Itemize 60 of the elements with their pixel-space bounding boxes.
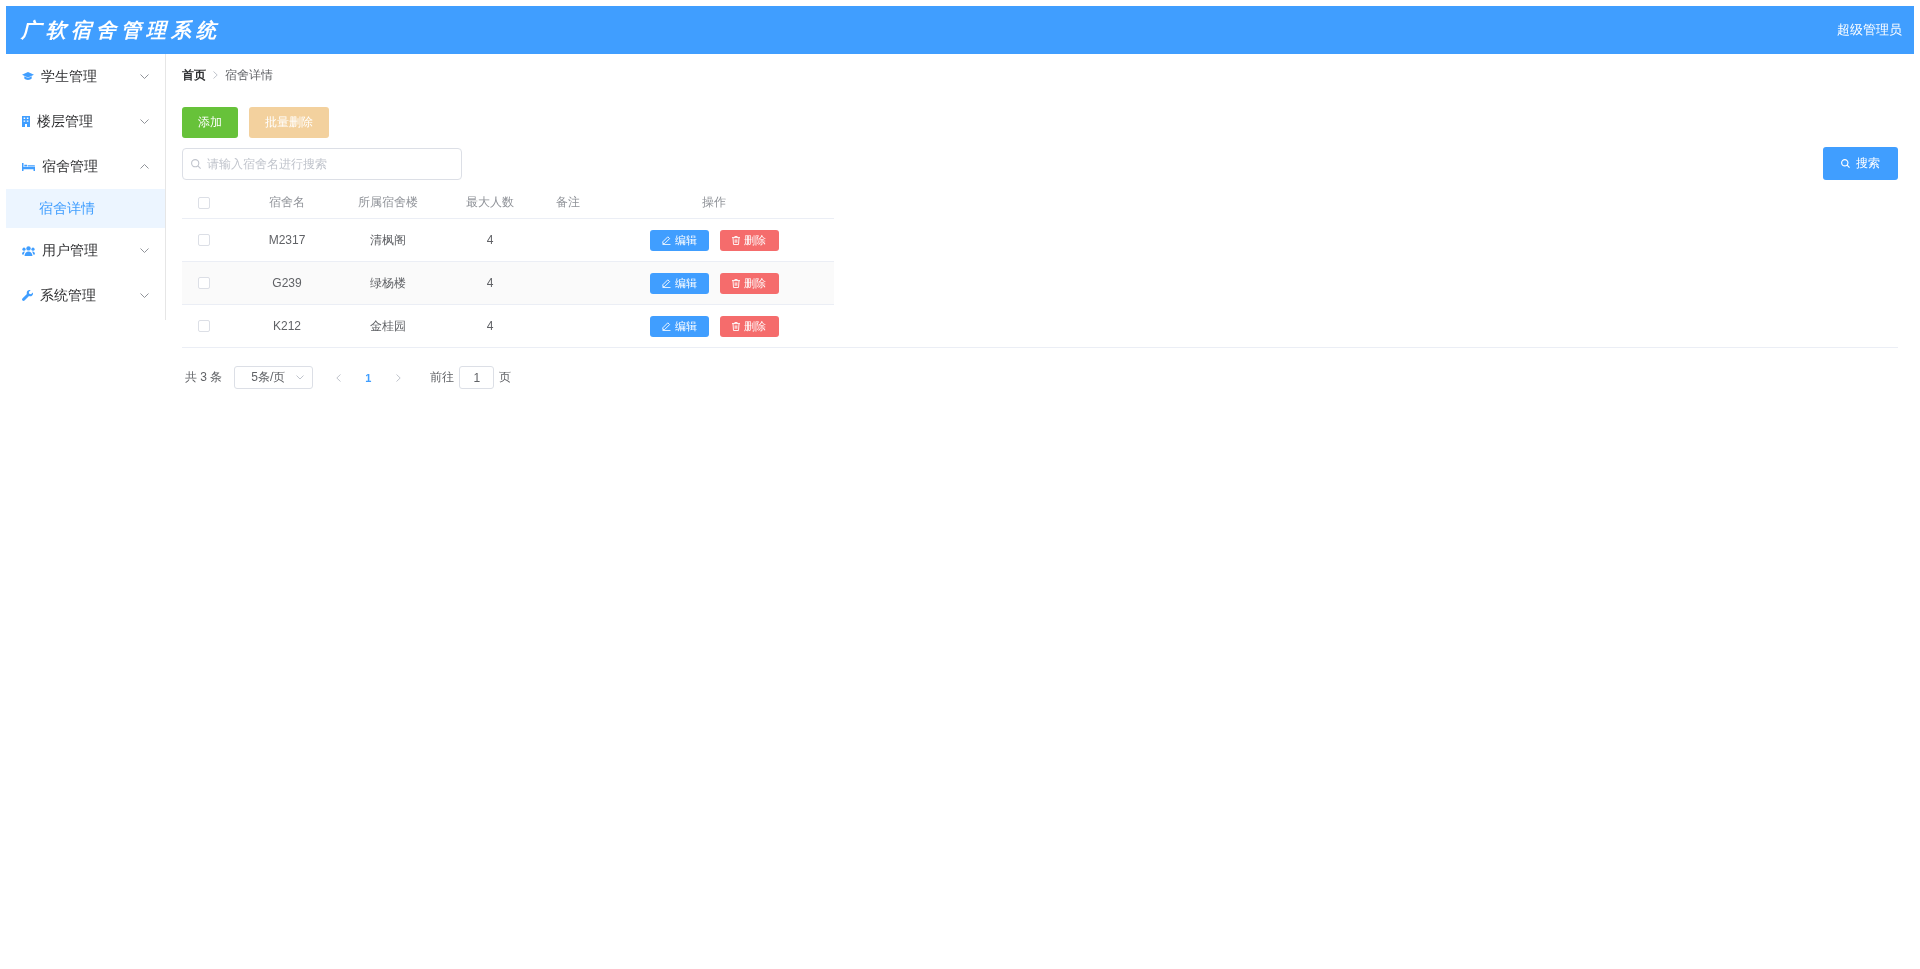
menu-item[interactable]: 宿舍管理 <box>6 144 165 189</box>
edit-button[interactable]: 编辑 <box>649 315 709 337</box>
delete-button[interactable]: 删除 <box>719 229 779 251</box>
jump-label: 前往 <box>430 369 455 386</box>
chevron-left-icon <box>335 373 341 382</box>
trash-icon <box>732 321 740 331</box>
user-name[interactable]: 超级管理员 <box>1837 21 1902 39</box>
search-field[interactable]: 请输入宿舍名进行搜索 <box>182 147 462 180</box>
column-header: 操作 <box>702 194 726 211</box>
trash-icon <box>732 278 740 288</box>
chevron-right-icon <box>213 71 218 79</box>
menu-item[interactable]: 楼层管理 <box>6 99 165 144</box>
bed-icon <box>22 162 35 171</box>
column-header: 宿舍名 <box>269 194 305 211</box>
submenu-item[interactable]: 宿舍详情 <box>6 189 165 228</box>
chevron-down-icon <box>296 375 305 380</box>
graduation-cap-icon <box>22 72 34 81</box>
search-icon <box>191 158 201 169</box>
edit-button[interactable]: 编辑 <box>649 229 709 251</box>
page-number[interactable]: 1 <box>353 366 384 389</box>
menu-item[interactable]: 用户管理 <box>6 228 165 273</box>
column-header: 备注 <box>555 194 580 211</box>
column-header: 所属宿舍楼 <box>358 194 418 211</box>
menu-item[interactable]: 系统管理 <box>6 273 165 318</box>
page-suffix: 页 <box>499 369 512 386</box>
chevron-right-icon <box>395 373 401 382</box>
column-header: 最大人数 <box>466 194 514 211</box>
checkbox[interactable] <box>197 234 210 246</box>
breadcrumb-current: 宿舍详情 <box>225 66 273 84</box>
table-cell: 4 <box>486 276 494 290</box>
menu-item[interactable]: 学生管理 <box>6 54 165 99</box>
table-cell: 绿杨楼 <box>370 274 406 292</box>
edit-button[interactable]: 编辑 <box>649 272 709 294</box>
app-title: 广软宿舍管理系统 <box>21 16 221 44</box>
total-count: 共 3 条 <box>185 369 223 386</box>
pencil-icon <box>661 235 671 245</box>
table-cell: 清枫阁 <box>370 231 406 249</box>
checkbox[interactable] <box>197 196 210 209</box>
table-cell: 金桂园 <box>370 317 406 335</box>
page-input[interactable]: 1 <box>459 366 495 389</box>
breadcrumb-link[interactable]: 首页 <box>182 66 206 84</box>
page-size-select[interactable]: 5条/页 <box>234 366 314 389</box>
wrench-icon <box>22 290 33 301</box>
table-cell: 4 <box>486 233 494 247</box>
delete-button[interactable]: 删除 <box>719 272 779 294</box>
user-group-icon <box>22 245 35 256</box>
table-cell: M2317 <box>268 233 306 247</box>
search-button[interactable]: 搜索 <box>1823 147 1898 180</box>
pencil-icon <box>661 321 671 331</box>
table-cell: G239 <box>272 276 302 290</box>
table-cell: K212 <box>273 319 301 333</box>
add-button[interactable]: 添加 <box>182 107 238 138</box>
pencil-icon <box>661 278 671 288</box>
checkbox[interactable] <box>197 277 210 289</box>
trash-icon <box>732 235 740 245</box>
delete-button[interactable]: 删除 <box>719 315 779 337</box>
checkbox[interactable] <box>197 320 210 332</box>
table-cell: 4 <box>486 319 494 333</box>
search-icon <box>1841 159 1850 168</box>
building-icon <box>22 116 30 127</box>
